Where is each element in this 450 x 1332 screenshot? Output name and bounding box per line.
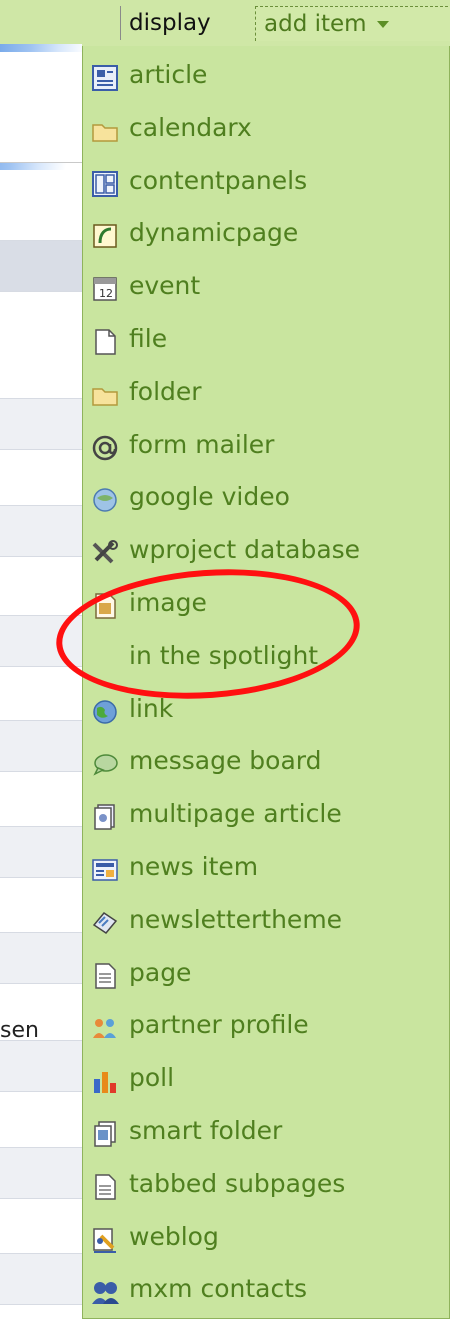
weblog-icon xyxy=(91,1223,119,1253)
menu-item-label: smart folder xyxy=(129,1116,283,1145)
menu-item-folder[interactable]: folder xyxy=(91,369,441,415)
menu-item-article[interactable]: article xyxy=(91,52,441,98)
menu-item-news-item[interactable]: news item xyxy=(91,844,441,890)
table-row xyxy=(0,1040,82,1092)
table-row xyxy=(0,826,82,878)
svg-text:12: 12 xyxy=(99,287,113,300)
menu-item-calendarx[interactable]: calendarx xyxy=(91,105,441,151)
table-row xyxy=(0,932,82,984)
folder-icon xyxy=(91,114,119,142)
menu-item-tabbed-subpages[interactable]: tabbed subpages xyxy=(91,1161,441,1207)
menu-item-label: contentpanels xyxy=(129,165,308,195)
message-board-icon xyxy=(91,747,119,777)
menu-item-multipage-article[interactable]: multipage article xyxy=(91,791,441,837)
table-row xyxy=(0,720,82,772)
menu-item-label: folder xyxy=(129,376,202,406)
menu-item-label: message board xyxy=(129,746,322,776)
event-icon: 12 xyxy=(91,272,119,301)
menu-item-label: form mailer xyxy=(129,429,275,459)
menu-item-label: tabbed subpages xyxy=(129,1168,346,1198)
add-item-label: add item xyxy=(264,11,367,37)
menu-item-smart-folder[interactable]: smart folder xyxy=(91,1108,441,1154)
menu-item-label: poll xyxy=(129,1063,175,1093)
newsletter-icon xyxy=(91,906,119,934)
globe-icon xyxy=(91,695,119,724)
table-header-row xyxy=(0,240,82,292)
menu-item-wproject-database[interactable]: wproject database xyxy=(91,527,441,573)
left-toolbar-strip xyxy=(0,0,82,44)
chevron-down-icon xyxy=(376,21,389,28)
menu-item-partner-profile[interactable]: partner profile xyxy=(91,1002,441,1048)
menu-item-contentpanels[interactable]: contentpanels xyxy=(91,158,441,204)
news-icon xyxy=(91,853,119,881)
menu-item-label: page xyxy=(129,957,192,987)
smart-folder-icon xyxy=(91,1117,119,1147)
dynamicpage-icon xyxy=(91,219,119,249)
left-input-area xyxy=(0,52,82,163)
menu-item-label: newslettertheme xyxy=(129,904,343,934)
contacts-icon xyxy=(91,1275,119,1305)
google-video-icon xyxy=(91,483,119,513)
menu-item-label: event xyxy=(129,271,201,301)
multipage-article-icon xyxy=(91,800,119,830)
people-icon xyxy=(91,1011,119,1039)
menu-item-mxm-contacts[interactable]: mxm contacts xyxy=(91,1266,441,1312)
menu-item-label: multipage article xyxy=(129,799,342,829)
menu-item-label: news item xyxy=(129,852,259,881)
menu-item-form-mailer[interactable]: form mailer xyxy=(91,422,441,468)
menu-item-dynamicpage[interactable]: dynamicpage xyxy=(91,210,441,256)
display-tab[interactable]: display xyxy=(120,6,219,40)
menu-item-weblog[interactable]: weblog xyxy=(91,1214,441,1260)
table-row xyxy=(0,1147,82,1199)
tools-icon xyxy=(91,536,119,564)
table-row xyxy=(0,1253,82,1305)
file-icon xyxy=(91,325,119,355)
tabbed-page-icon xyxy=(91,1170,119,1200)
menu-item-google-video[interactable]: google video xyxy=(91,474,441,520)
menu-item-file[interactable]: file xyxy=(91,316,441,362)
contentpanels-icon xyxy=(91,167,119,197)
at-icon xyxy=(91,431,119,460)
menu-item-page[interactable]: page xyxy=(91,950,441,996)
menu-item-label: wproject database xyxy=(129,535,361,565)
table-row xyxy=(0,505,82,557)
content-actions-bar: display add item xyxy=(82,0,450,47)
page-icon xyxy=(91,959,119,989)
article-icon xyxy=(91,61,119,91)
add-item-tab[interactable]: add item xyxy=(255,6,450,41)
menu-item-label: mxm contacts xyxy=(129,1274,308,1304)
partial-cell-text: sen xyxy=(0,1018,39,1043)
table-row xyxy=(0,398,82,450)
menu-item-label: partner profile xyxy=(129,1010,309,1040)
menu-item-label: calendarx xyxy=(129,112,252,142)
folder-icon xyxy=(91,378,119,406)
menu-item-label: google video xyxy=(129,482,290,512)
menu-item-message-board[interactable]: message board xyxy=(91,738,441,784)
menu-item-poll[interactable]: poll xyxy=(91,1055,441,1101)
menu-item-label: article xyxy=(129,60,208,89)
bar-chart-icon xyxy=(91,1064,119,1094)
menu-item-event[interactable]: 12 event xyxy=(91,263,441,309)
menu-item-label: dynamicpage xyxy=(129,218,299,248)
menu-item-label: file xyxy=(129,324,168,353)
menu-item-label: weblog xyxy=(129,1221,219,1251)
menu-item-newslettertheme[interactable]: newslettertheme xyxy=(91,897,441,943)
